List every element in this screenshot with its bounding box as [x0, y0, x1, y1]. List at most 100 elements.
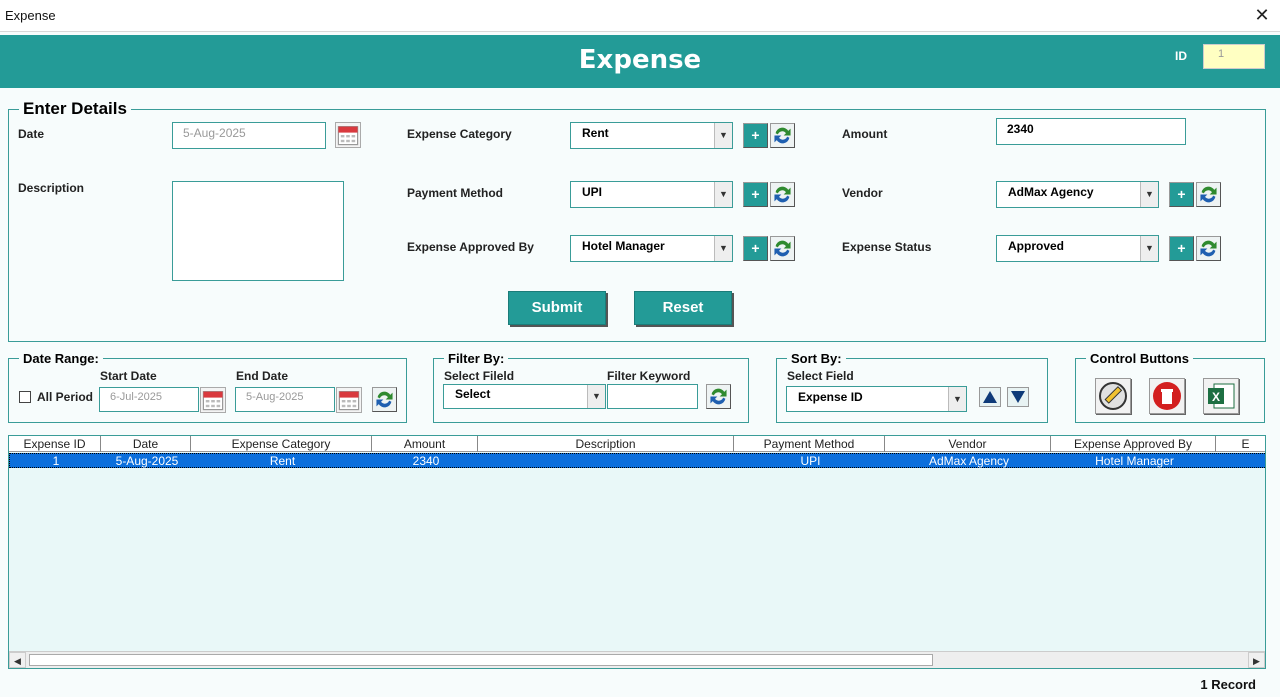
- chevron-down-icon[interactable]: ▼: [714, 236, 732, 261]
- chevron-down-icon[interactable]: ▼: [1140, 236, 1158, 261]
- refresh-icon: [707, 385, 730, 408]
- start-date-field[interactable]: 6-Jul-2025: [99, 387, 199, 412]
- sort-descending-button[interactable]: [1007, 387, 1029, 407]
- amount-field[interactable]: 2340: [996, 118, 1186, 145]
- chevron-down-icon[interactable]: ▼: [714, 182, 732, 207]
- date-field[interactable]: 5-Aug-2025: [172, 122, 326, 149]
- filter-keyword-field[interactable]: [607, 384, 698, 409]
- end-date-calendar-button[interactable]: [336, 387, 362, 413]
- calendar-icon: [337, 388, 361, 412]
- form-header: Expense ID 1: [0, 35, 1280, 88]
- window-title: Expense: [5, 8, 56, 23]
- chevron-down-icon[interactable]: ▼: [714, 123, 732, 148]
- close-icon[interactable]: ✕: [1252, 4, 1272, 26]
- refresh-vendor-button[interactable]: [1196, 182, 1221, 207]
- approved-by-select[interactable]: Hotel Manager ▼: [570, 235, 733, 262]
- refresh-status-button[interactable]: [1196, 236, 1221, 261]
- column-header[interactable]: Description: [478, 436, 734, 452]
- apply-filter-button[interactable]: [706, 384, 731, 409]
- end-date-field[interactable]: 5-Aug-2025: [235, 387, 335, 412]
- sort-up-icon: [983, 391, 997, 403]
- delete-icon: [1153, 382, 1181, 410]
- sort-field-value: Expense ID: [798, 390, 863, 404]
- sort-ascending-button[interactable]: [979, 387, 1001, 407]
- add-status-button[interactable]: +: [1169, 236, 1194, 261]
- start-date-calendar-button[interactable]: [200, 387, 226, 413]
- status-label: Expense Status: [842, 240, 932, 254]
- column-header[interactable]: E: [1216, 436, 1265, 452]
- refresh-category-button[interactable]: [770, 123, 795, 148]
- refresh-icon: [1197, 183, 1220, 206]
- edit-icon: [1099, 382, 1127, 410]
- date-label: Date: [18, 127, 45, 141]
- calendar-icon: [336, 123, 360, 147]
- status-value: Approved: [1008, 239, 1065, 253]
- add-category-button[interactable]: +: [743, 123, 768, 148]
- vendor-select[interactable]: AdMax Agency ▼: [996, 181, 1159, 208]
- column-header[interactable]: Expense ID: [9, 436, 101, 452]
- category-value: Rent: [582, 126, 609, 140]
- column-header[interactable]: Amount: [372, 436, 478, 452]
- plus-icon: +: [751, 240, 760, 256]
- date-calendar-button[interactable]: [335, 122, 361, 148]
- column-header[interactable]: Payment Method: [734, 436, 885, 452]
- filter-field-label: Select Fileld: [444, 369, 515, 383]
- delete-button[interactable]: [1149, 378, 1185, 414]
- add-vendor-button[interactable]: +: [1169, 182, 1194, 207]
- vendor-label: Vendor: [842, 186, 883, 200]
- column-header[interactable]: Expense Approved By: [1051, 436, 1216, 452]
- category-select[interactable]: Rent ▼: [570, 122, 733, 149]
- apply-date-range-button[interactable]: [372, 387, 397, 412]
- plus-icon: +: [1177, 240, 1186, 256]
- record-count: 1 Record: [1200, 677, 1256, 692]
- expense-table[interactable]: Expense ID Date Expense Category Amount Desc…: [8, 435, 1266, 669]
- sort-field-label: Select Field: [787, 369, 854, 383]
- filter-legend: Filter By:: [448, 351, 505, 366]
- payment-value: UPI: [582, 185, 603, 199]
- refresh-icon: [771, 183, 794, 206]
- status-select[interactable]: Approved ▼: [996, 235, 1159, 262]
- refresh-approver-button[interactable]: [770, 236, 795, 261]
- id-field[interactable]: 1: [1203, 44, 1265, 69]
- table-cell: UPI: [800, 454, 821, 468]
- approved-by-label: Expense Approved By: [407, 240, 534, 254]
- table-row[interactable]: 1 5-Aug-2025 Rent 2340 UPI AdMax Agency Hotel …: [9, 453, 1265, 468]
- export-excel-button[interactable]: X: [1203, 378, 1239, 414]
- submit-button[interactable]: Submit: [508, 291, 606, 325]
- plus-icon: +: [751, 127, 760, 143]
- plus-icon: +: [751, 186, 760, 202]
- edit-button[interactable]: [1095, 378, 1131, 414]
- scroll-right-icon[interactable]: ▶: [1248, 652, 1265, 668]
- sort-down-icon: [1011, 391, 1025, 403]
- horizontal-scrollbar[interactable]: ◀ ▶: [9, 651, 1265, 668]
- scrollbar-thumb[interactable]: [29, 654, 933, 666]
- scroll-left-icon[interactable]: ◀: [9, 652, 26, 668]
- column-header[interactable]: Expense Category: [191, 436, 372, 452]
- add-payment-button[interactable]: +: [743, 182, 768, 207]
- filter-field-value: Select: [455, 387, 491, 401]
- date-range-legend: Date Range:: [23, 351, 99, 366]
- payment-select[interactable]: UPI ▼: [570, 181, 733, 208]
- refresh-icon: [373, 388, 396, 411]
- description-field[interactable]: [172, 181, 344, 281]
- column-header[interactable]: Vendor: [885, 436, 1051, 452]
- approved-by-value: Hotel Manager: [582, 239, 665, 253]
- table-cell: Hotel Manager: [1095, 454, 1174, 468]
- table-cell: 1: [52, 454, 60, 468]
- chevron-down-icon[interactable]: ▼: [948, 387, 966, 411]
- sort-field-select[interactable]: Expense ID ▼: [786, 386, 967, 412]
- add-approver-button[interactable]: +: [743, 236, 768, 261]
- enter-details-legend: Enter Details: [23, 99, 127, 118]
- refresh-payment-button[interactable]: [770, 182, 795, 207]
- chevron-down-icon[interactable]: ▼: [587, 385, 605, 408]
- id-label: ID: [1175, 49, 1187, 63]
- column-header[interactable]: Date: [101, 436, 191, 452]
- filter-field-select[interactable]: Select ▼: [443, 384, 606, 409]
- all-period-checkbox[interactable]: [19, 391, 31, 403]
- all-period-label: All Period: [37, 390, 94, 404]
- table-cell: [1217, 454, 1265, 468]
- table-cell: 5-Aug-2025: [115, 454, 179, 468]
- chevron-down-icon[interactable]: ▼: [1140, 182, 1158, 207]
- reset-button[interactable]: Reset: [634, 291, 732, 325]
- filter-keyword-label: Filter Keyword: [607, 369, 691, 383]
